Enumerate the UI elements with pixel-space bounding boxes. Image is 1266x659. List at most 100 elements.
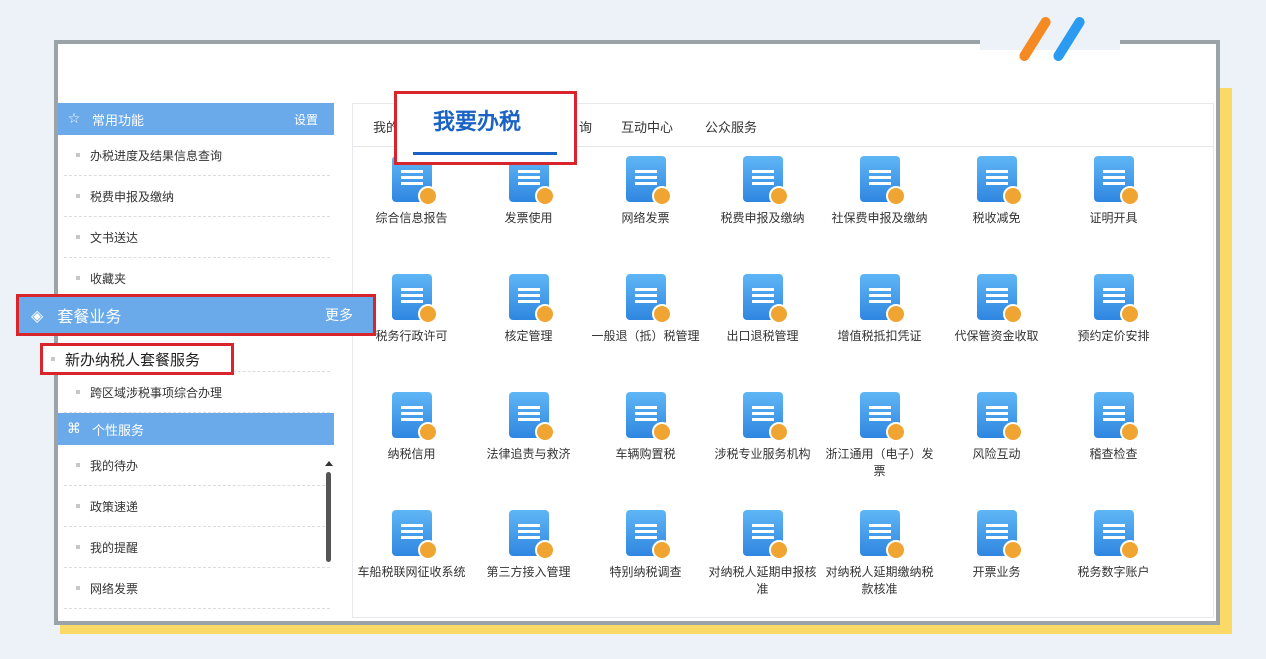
frame-gap [980,34,1120,50]
sidebar-item[interactable]: 收藏夹 [64,258,330,299]
bullet [76,504,80,508]
sidebar-item[interactable]: 政策速递 [64,486,330,527]
heart-hand-icon [742,392,789,442]
service-label: 代保管资金收取 [954,329,1039,343]
badge-dot [417,186,438,206]
badge-dot [1119,422,1140,442]
bullet [76,194,80,198]
sidebar-item[interactable]: 我的待办 [64,445,330,486]
edit-doc-icon [508,274,555,324]
service-tile[interactable]: 税收减免 [938,156,1055,227]
sidebar-group-personal[interactable]: ⌘ 个性服务 [58,413,334,445]
sidebar-item[interactable]: 我的提醒 [64,527,330,568]
service-tile[interactable]: 代保管资金收取 [938,274,1055,345]
badge-dot [1119,304,1140,324]
badge-dot [651,422,672,442]
service-tile[interactable]: 网络发票 [587,156,704,227]
star-icon: ☆ [67,111,81,127]
main-panel: 我的 询 互动中心 公众服务 综合信息报告 发票使用 网络发票 税费申报及缴纳 社保费申… [352,103,1214,618]
service-tile[interactable]: 风险互动 [938,392,1055,463]
service-label: 稽查检查 [1089,447,1138,461]
sidebar-item[interactable]: 跨区域涉税事项综合办理 [64,372,330,413]
form-pen-icon [859,156,906,206]
service-label: 特别纳税调查 [609,565,682,579]
service-tile[interactable]: 出口退税管理 [704,274,821,345]
settings-link[interactable]: 设置 [294,111,318,128]
service-tile[interactable]: 对纳税人延期缴纳税款核准 [821,510,938,598]
service-tile[interactable]: 税务数字账户 [1055,510,1172,581]
service-tile[interactable]: 社保费申报及缴纳 [821,156,938,227]
badge-dot [534,186,555,206]
tab-interaction[interactable]: 互动中心 [621,117,673,136]
badge-dot [534,540,555,560]
sidebar-item[interactable]: 网络发票 [64,568,330,609]
sidebar-item-label: 网络发票 [90,581,139,596]
scroll-up-icon[interactable] [325,461,333,466]
badge-dot [885,186,906,206]
service-label: 风险互动 [972,447,1021,461]
sidebar-item-label: 跨区域涉税事项综合办理 [90,385,223,400]
service-tile[interactable]: 涉税专业服务机构 [704,392,821,463]
sidebar-item[interactable]: 文书送达 [64,217,330,258]
service-tile[interactable]: 纳税信用 [353,392,470,463]
service-tile[interactable]: 法律追责与救济 [470,392,587,463]
service-tile[interactable]: 稽查检查 [1055,392,1172,463]
monitor-chart-icon [1093,392,1140,442]
service-label: 税费申报及缴纳 [720,211,805,225]
badge-dot [768,422,789,442]
service-label: 预约定价安排 [1077,329,1150,343]
service-tile[interactable]: 一般退（抵）税管理 [587,274,704,345]
binders-icon [391,274,438,324]
service-tile[interactable]: 证明开具 [1055,156,1172,227]
service-label: 一般退（抵）税管理 [591,329,700,343]
service-tile[interactable]: 核定管理 [470,274,587,345]
badge-dot [651,540,672,560]
hand-coin-icon [976,274,1023,324]
service-tile[interactable]: 第三方接入管理 [470,510,587,581]
tab-public[interactable]: 公众服务 [705,117,757,136]
service-tile[interactable]: 开票业务 [938,510,1055,581]
tab-query[interactable]: 询 [579,117,592,136]
service-label: 发票使用 [504,211,553,225]
service-label: 对纳税人延期申报核准 [708,565,817,596]
sidebar-group-title: 个性服务 [92,423,145,439]
service-label: 网络发票 [621,211,670,225]
service-tile[interactable]: 车船税联网征收系统 [353,510,470,581]
service-tile[interactable]: 对纳税人延期申报核准 [704,510,821,598]
service-tile[interactable]: 增值税抵扣凭证 [821,274,938,345]
sidebar-item[interactable]: 办税进度及结果信息查询 [64,135,330,176]
sidebar-item-label: 文书送达 [90,230,139,245]
badge-dot [417,304,438,324]
bullet [76,235,80,239]
badge-dot [768,186,789,206]
service-tile[interactable]: 发票使用 [470,156,587,227]
service-label: 法律追责与救济 [486,447,571,461]
clipboard-icon [976,156,1023,206]
card-icon [625,156,672,206]
sidebar-item[interactable]: 税费申报及缴纳 [64,176,330,217]
service-label: 税收减免 [972,211,1021,225]
sidebar-group-title: 套餐业务 [57,307,122,326]
service-tile[interactable]: 特别纳税调查 [587,510,704,581]
sidebar-item-label: 我的提醒 [90,540,139,555]
service-tile[interactable]: 浙江通用（电子）发票 [821,392,938,480]
badge-dot [1002,186,1023,206]
sidebar-group-common[interactable]: ☆ 常用功能 设置 [58,103,334,135]
sidebar-scrollbar[interactable] [325,461,333,616]
sidebar-item-label: 收藏夹 [90,271,127,286]
scroll-thumb[interactable] [326,472,331,562]
service-tile[interactable]: 税费申报及缴纳 [704,156,821,227]
sidebar-item-new-taxpayer[interactable]: 新办纳税人套餐服务 [40,343,234,375]
service-tile[interactable]: 车辆购置税 [587,392,704,463]
sidebar-group-package[interactable]: ◈ 套餐业务 更多 [16,294,376,336]
service-label: 对纳税人延期缴纳税款核准 [825,565,934,596]
badge-dot [651,304,672,324]
service-tile[interactable]: 综合信息报告 [353,156,470,227]
service-label: 纳税信用 [387,447,436,461]
books-search-icon [742,510,789,560]
tab-tax-active[interactable]: 我要办税 [394,91,577,165]
service-tile[interactable]: 预约定价安排 [1055,274,1172,345]
more-link[interactable]: 更多 [325,305,353,325]
service-label: 增值税抵扣凭证 [837,329,922,343]
service-label: 第三方接入管理 [486,565,571,579]
